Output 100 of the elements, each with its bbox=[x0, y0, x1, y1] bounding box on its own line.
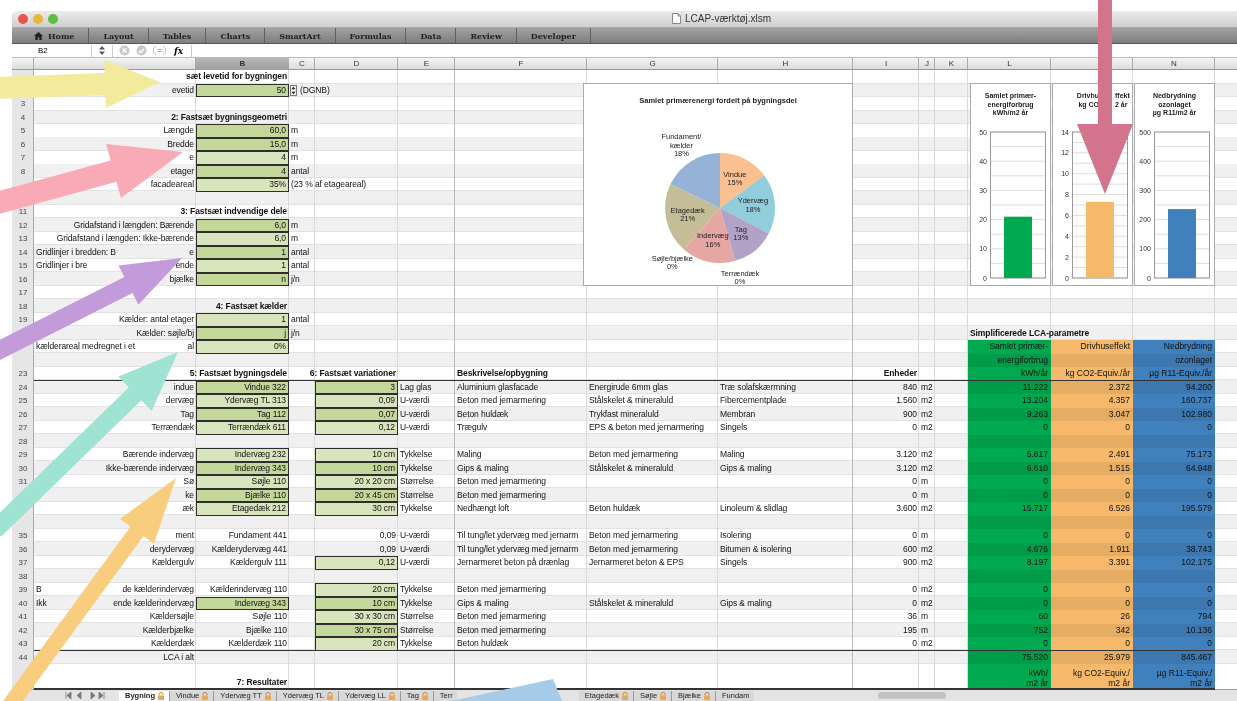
input-cell[interactable]: 1 bbox=[196, 259, 289, 273]
table-cell-text: 0 bbox=[911, 421, 918, 434]
section-heading: 2: Fastsæt bygningsgeometri bbox=[170, 110, 288, 124]
table-cell-text: j/n bbox=[290, 272, 301, 286]
table-cell-text: Beton huldæk bbox=[588, 502, 642, 515]
input-cell[interactable]: 6,0 bbox=[196, 232, 289, 246]
column-header[interactable]: H bbox=[718, 58, 853, 70]
column-header[interactable]: C bbox=[289, 58, 315, 70]
table-cell-text: Jernarmeret beton & EPS bbox=[588, 556, 685, 569]
ribbon-tab[interactable]: Developer bbox=[516, 28, 591, 43]
table-cell-text: m bbox=[290, 124, 299, 137]
ribbon-tab[interactable]: Formulas bbox=[335, 28, 407, 43]
confirm-icon[interactable] bbox=[136, 45, 147, 56]
row-label: Kælder: antal etager bbox=[117, 313, 195, 326]
table-cell: 0 bbox=[968, 475, 1051, 489]
input-cell[interactable]: 30 cm bbox=[315, 502, 398, 516]
table-cell: 26 bbox=[1051, 610, 1133, 624]
input-cell[interactable]: 1 bbox=[196, 313, 289, 327]
section-heading: 3: Fastsæt indvendige dele bbox=[179, 205, 288, 218]
input-cell[interactable]: 50 bbox=[196, 83, 289, 97]
row-number: 16 bbox=[17, 273, 29, 286]
row-number: 11 bbox=[17, 206, 29, 218]
row-label: facadeareal bbox=[149, 178, 195, 191]
input-cell[interactable]: 10 cm bbox=[315, 448, 398, 462]
ribbon-tab[interactable]: Home bbox=[12, 28, 90, 43]
table-cell: 13.204 bbox=[968, 394, 1051, 408]
stepper-icon[interactable] bbox=[98, 45, 106, 56]
column-header[interactable]: D bbox=[315, 58, 398, 70]
cancel-icon[interactable] bbox=[119, 45, 130, 56]
input-cell[interactable]: Indervæg 232 bbox=[196, 448, 289, 462]
row-label: Bredde bbox=[166, 137, 195, 151]
input-cell[interactable]: 6,0 bbox=[196, 218, 289, 232]
column-header[interactable]: I bbox=[853, 58, 919, 70]
row-label: Terrændæk bbox=[150, 421, 195, 434]
input-cell[interactable]: 4 bbox=[196, 151, 289, 165]
ribbon-tab[interactable]: Tables bbox=[148, 28, 207, 43]
input-cell[interactable]: Ydervæg TL 313 bbox=[196, 394, 289, 408]
column-header[interactable]: E bbox=[398, 58, 455, 70]
table-cell-text: 0,09 bbox=[378, 542, 397, 556]
input-cell[interactable]: Etagedæk 212 bbox=[196, 502, 289, 516]
column-header[interactable]: K bbox=[935, 58, 968, 70]
sheet-navigation-icon[interactable] bbox=[65, 691, 105, 700]
row-label: æk bbox=[181, 502, 195, 515]
row-label: B bbox=[36, 583, 42, 596]
input-cell[interactable]: 60,0 bbox=[196, 124, 289, 138]
table-cell-text: U-værdi bbox=[399, 529, 431, 542]
input-cell[interactable]: 20 x 20 cm bbox=[315, 475, 398, 489]
table-cell-text: Til tung/let ydervæg med jernarm bbox=[456, 529, 580, 542]
horizontal-scrollbar[interactable] bbox=[877, 692, 946, 699]
minimize-button[interactable] bbox=[33, 14, 43, 24]
equals-icon[interactable] bbox=[153, 45, 166, 56]
row-label: dervæg bbox=[164, 394, 195, 407]
row-number: 14 bbox=[17, 246, 29, 259]
input-cell[interactable]: 0,12 bbox=[315, 556, 398, 570]
table-cell-text: U-værdi bbox=[399, 421, 431, 434]
row-label: Kælderdæk bbox=[149, 637, 195, 650]
close-button[interactable] bbox=[18, 14, 28, 24]
table-cell-text: Beton med jernarmering bbox=[456, 488, 547, 502]
column-header[interactable]: F bbox=[455, 58, 587, 70]
stepper-icon[interactable] bbox=[290, 84, 297, 96]
table-cell-text: Størrelse bbox=[399, 610, 435, 623]
column-header[interactable]: G bbox=[587, 58, 718, 70]
zoom-button[interactable] bbox=[48, 14, 58, 24]
input-cell[interactable]: 20 cm bbox=[315, 583, 398, 597]
input-cell[interactable]: 35% bbox=[196, 178, 289, 192]
ribbon-tab[interactable]: Layout bbox=[89, 28, 149, 43]
name-box[interactable]: B2 bbox=[12, 44, 92, 57]
column-heading: kg CO2-Equiv./år bbox=[1051, 367, 1133, 381]
ribbon-tab[interactable]: Review bbox=[456, 28, 517, 43]
column-header[interactable]: N bbox=[1133, 58, 1215, 70]
table-cell-text: 0 bbox=[911, 475, 918, 488]
function-button[interactable]: fx bbox=[172, 45, 186, 56]
input-cell[interactable]: Terrændæk 611 bbox=[196, 421, 289, 435]
lock-icon bbox=[387, 691, 396, 700]
row-number: 15 bbox=[17, 260, 29, 272]
column-header[interactable]: B bbox=[196, 58, 289, 70]
table-cell-text: Beton med jernarmering bbox=[456, 623, 547, 637]
table-cell-text: 3.120 bbox=[895, 448, 918, 461]
input-cell[interactable]: 0,12 bbox=[315, 421, 398, 435]
ribbon-tab[interactable]: Charts bbox=[206, 28, 266, 43]
table-cell-text: Trægulv bbox=[456, 421, 489, 434]
input-cell[interactable]: Søjle 110 bbox=[196, 475, 289, 489]
input-cell[interactable]: Indervæg 343 bbox=[196, 596, 289, 610]
input-cell[interactable]: 20 cm bbox=[315, 637, 398, 651]
table-cell-text: m bbox=[920, 488, 929, 502]
ribbon-tab[interactable]: Data bbox=[406, 28, 457, 43]
ribbon-tab[interactable]: SmartArt bbox=[265, 28, 336, 43]
table-cell-text: antal bbox=[290, 164, 310, 178]
section-heading: 7: Resultater bbox=[235, 675, 288, 689]
input-cell[interactable]: 0% bbox=[196, 340, 289, 354]
column-header[interactable]: J bbox=[919, 58, 935, 70]
input-cell[interactable]: 30 x 30 cm bbox=[315, 610, 398, 624]
table-cell-text: m2 bbox=[920, 583, 934, 596]
table-cell: 60 bbox=[968, 610, 1051, 624]
table-cell-text: m bbox=[920, 610, 929, 623]
column-header[interactable]: L bbox=[968, 58, 1051, 70]
row-number: 24 bbox=[17, 381, 29, 394]
table-cell-text: 3.600 bbox=[895, 502, 918, 515]
input-cell[interactable]: 0,09 bbox=[315, 394, 398, 408]
table-cell-text: Fundament 441 bbox=[227, 529, 288, 542]
